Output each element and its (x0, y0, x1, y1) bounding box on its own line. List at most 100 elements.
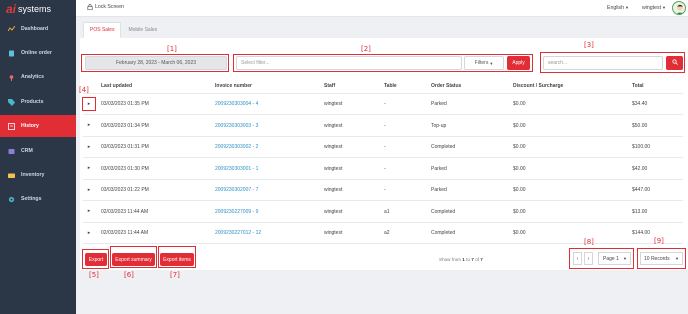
column-header-order-status: Order Status (431, 83, 462, 89)
cell-table: - (384, 166, 386, 172)
sidebar-item-crm[interactable]: CRM (0, 140, 76, 162)
chevron-right-icon: ▸ (87, 208, 91, 214)
chevron-right-icon: › (587, 255, 590, 262)
apply-button[interactable]: Apply (507, 56, 530, 70)
marker-label: [8] (584, 238, 594, 246)
cell-discount: $0.00 (513, 187, 526, 193)
prev-page-button[interactable]: ‹ (573, 252, 582, 265)
lock-screen-button[interactable]: Lock Screen (87, 4, 124, 11)
cell-table: - (384, 144, 386, 150)
column-header-total: Total (632, 83, 644, 89)
expand-row-button[interactable]: ▸ (84, 163, 94, 173)
search-button[interactable] (666, 56, 683, 70)
expand-row-button[interactable]: ▸ (84, 142, 94, 152)
cell-total: $13.00 (632, 209, 648, 215)
records-per-page-select[interactable]: 10 Records ▼ (640, 252, 683, 265)
cell-discount: $0.00 (513, 230, 526, 236)
cell-discount: $0.00 (513, 166, 526, 172)
expand-row-button[interactable]: ▸ (84, 206, 94, 216)
chevron-right-icon: ▸ (87, 144, 91, 150)
analytics-icon (8, 74, 15, 81)
marker-label: [7] (170, 271, 180, 279)
brand-name: systems (18, 3, 52, 14)
expand-row-button[interactable]: ▸ (84, 99, 94, 109)
cell-status: Top-up (431, 123, 447, 129)
invoice-link[interactable]: 2009230303004 - 4 (215, 101, 258, 107)
language-dropdown[interactable]: English▼ (607, 5, 629, 11)
filter-select[interactable]: Select filter... (236, 56, 462, 70)
cell-status: Parked (431, 187, 447, 193)
sidebar-item-online-order[interactable]: Online order (0, 42, 76, 64)
chevron-down-icon: ▼ (675, 256, 679, 261)
cell-staff: wingtest (324, 144, 343, 150)
filters-dropdown[interactable]: Filters ▼ (464, 56, 504, 70)
tab-mobile-sales[interactable]: Mobile Sales (121, 22, 164, 38)
username-label: wingtest (642, 5, 662, 11)
cell-last-updated: 03/03/2023 01:35 PM (101, 101, 149, 107)
showing-of-word: of (475, 257, 479, 262)
expand-row-button[interactable]: ▸ (84, 120, 94, 130)
column-header-invoice-number: Invoice number (215, 83, 252, 89)
export-button[interactable]: Export (85, 253, 107, 266)
marker-label: [2] (361, 45, 371, 53)
sidebar-item-label: CRM (21, 148, 33, 154)
sidebar-item-history[interactable]: History (0, 115, 76, 137)
records-select-label: 10 Records (644, 255, 670, 262)
sidebar-item-label: Online order (21, 50, 52, 56)
divider (83, 200, 683, 201)
marker-label: [9] (654, 237, 664, 245)
chevron-right-icon: ▸ (87, 101, 91, 107)
invoice-link[interactable]: 2009230303001 - 1 (215, 166, 258, 172)
showing-to-word: to (466, 257, 470, 262)
cell-status: Completed (431, 144, 456, 150)
avatar[interactable] (672, 1, 686, 15)
showing-total: 7 (480, 257, 483, 262)
cell-last-updated: 03/03/2023 01:34 PM (101, 123, 149, 129)
export-items-button[interactable]: Export items (160, 253, 194, 266)
expand-row-button[interactable]: ▸ (84, 228, 94, 238)
next-page-button[interactable]: › (584, 252, 593, 265)
user-dropdown[interactable]: wingtest▼ (642, 5, 666, 11)
marker-label: [4] (79, 86, 89, 94)
invoice-link[interactable]: 2009230227009 - 9 (215, 209, 258, 215)
cell-last-updated: 03/03/2023 01:31 PM (101, 144, 149, 150)
marker-label: [6] (124, 271, 134, 279)
sidebar-item-label: Settings (21, 196, 42, 202)
showing-to: 7 (471, 257, 474, 262)
cell-discount: $0.00 (513, 209, 526, 215)
marker-label: [3] (584, 41, 594, 49)
chevron-down-icon: ▼ (623, 256, 627, 261)
column-header-staff: Staff (324, 83, 336, 89)
chevron-down-icon: ▼ (625, 5, 629, 10)
sales-tabs: POS Sales Mobile Sales (83, 22, 164, 38)
invoice-link[interactable]: 2009230227012 - 12 (215, 230, 261, 236)
invoice-link[interactable]: 2009230303002 - 2 (215, 144, 258, 150)
cell-total: $34.40 (632, 101, 648, 107)
invoice-link[interactable]: 2009230302007 - 7 (215, 187, 258, 193)
marker-label: [5] (89, 271, 99, 279)
sidebar-item-products[interactable]: Products (0, 91, 76, 113)
crm-icon (8, 148, 15, 155)
date-range-picker[interactable]: February 28, 2023 - March 06, 2023 (85, 56, 227, 70)
cell-staff: wingtest (324, 230, 343, 236)
export-summary-button[interactable]: Export summary (112, 253, 155, 266)
column-header-table: Table (384, 83, 397, 89)
history-icon (8, 122, 15, 130)
column-header-discount-surcharge: Discount / Surcharge (513, 83, 564, 89)
lock-icon (87, 4, 93, 11)
divider (83, 157, 683, 158)
sidebar-item-inventory[interactable]: Inventory (0, 164, 76, 186)
brand-logo[interactable]: ai systems (0, 0, 76, 17)
divider (83, 136, 683, 137)
invoice-link[interactable]: 2009230303003 - 3 (215, 123, 258, 129)
sidebar-item-settings[interactable]: Settings (0, 188, 76, 210)
chevron-right-icon: ▸ (87, 230, 91, 236)
chevron-right-icon: ▸ (87, 165, 91, 171)
sidebar-item-analytics[interactable]: Analytics (0, 66, 76, 88)
tab-pos-sales[interactable]: POS Sales (83, 22, 122, 38)
cell-table: - (384, 101, 386, 107)
page-select[interactable]: Page 1 ▼ (598, 252, 631, 265)
sidebar-item-dashboard[interactable]: Dashboard (0, 18, 76, 40)
search-input[interactable]: search... (543, 56, 663, 70)
expand-row-button[interactable]: ▸ (84, 185, 94, 195)
